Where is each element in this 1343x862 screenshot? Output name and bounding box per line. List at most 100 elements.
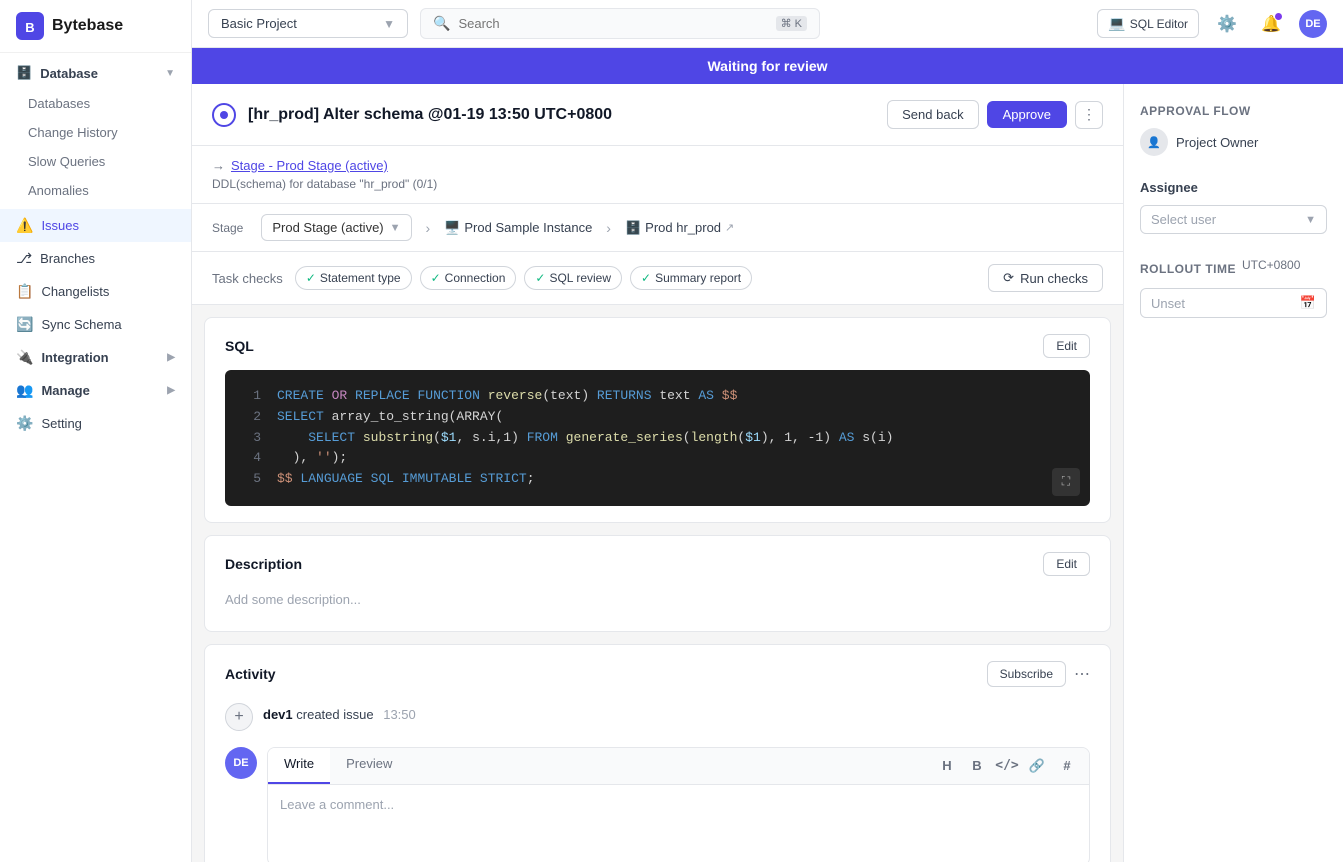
check-icon-4: ✓ [641,271,651,285]
integration-icon: 🔌 [16,349,33,366]
search-icon: 🔍 [433,15,450,32]
activity-section: Activity Subscribe ⋯ + dev1 created issu… [204,644,1111,862]
send-back-button[interactable]: Send back [887,100,978,129]
sync-icon: 🔄 [16,316,33,333]
code-line-1: 1 CREATE OR REPLACE FUNCTION reverse(tex… [241,386,1074,407]
code-line-5: 5 $$ LANGUAGE SQL IMMUTABLE STRICT; [241,469,1074,490]
sidebar-item-branches[interactable]: ⎇ Branches [0,242,191,275]
sidebar-item-changelists[interactable]: 📋 Changelists [0,275,191,308]
manage-chevron: ▶ [167,385,175,396]
check-badge-connection: ✓ Connection [420,266,517,290]
description-placeholder: Add some description... [225,584,1090,615]
editor-tabs: Write Preview H B </> 🔗 # [268,748,1089,785]
check-icon-1: ✓ [306,271,316,285]
sidebar-item-anomalies[interactable]: Anomalies [0,176,191,205]
server-icon: 🖥️ [444,220,460,236]
comment-placeholder: Leave a comment... [280,797,1077,812]
assignee-dropdown[interactable]: Select user ▼ [1140,205,1327,234]
check-badge-statement-type: ✓ Statement type [295,266,412,290]
svg-text:B: B [25,20,34,35]
logo-icon: B [16,12,44,40]
sql-section: SQL Edit 1 CREATE OR REPLACE FUNCTION re… [204,317,1111,523]
code-line-3: 3 SELECT substring($1, s.i,1) FROM gener… [241,428,1074,449]
search-input[interactable] [458,16,767,31]
sidebar-item-integration[interactable]: 🔌 Integration ▶ [0,341,191,374]
check-icon-2: ✓ [431,271,441,285]
subscribe-button[interactable]: Subscribe [987,661,1066,687]
content: [hr_prod] Alter schema @01-19 13:50 UTC+… [192,84,1343,862]
toolbar-link-button[interactable]: 🔗 [1023,752,1051,780]
more-options-button[interactable]: ⋮ [1075,101,1103,129]
sidebar-item-databases[interactable]: Databases [0,89,191,118]
stage-sub: DDL(schema) for database "hr_prod" (0/1) [212,177,1103,191]
activity-header: Activity Subscribe ⋯ [225,661,1090,687]
stage-dropdown-chevron: ▼ [390,222,401,234]
comment-editor-body[interactable]: Leave a comment... [268,785,1089,862]
issues-icon: ⚠️ [16,217,33,234]
write-tab[interactable]: Write [268,748,330,784]
activity-time: 13:50 [383,707,416,722]
commenter-avatar: DE [225,747,257,779]
activity-title: Activity [225,666,276,682]
check-icon-3: ✓ [535,271,545,285]
toolbar-hash-button[interactable]: # [1053,752,1081,780]
comment-editor: Write Preview H B </> 🔗 # [267,747,1090,862]
description-edit-button[interactable]: Edit [1043,552,1090,576]
approval-flow-label: Approval flow [1140,104,1327,118]
issue-status-icon [212,103,236,127]
changelists-icon: 📋 [16,283,33,300]
sidebar-item-issues[interactable]: ⚠️ Issues [0,209,191,242]
sidebar-item-slow-queries[interactable]: Slow Queries [0,147,191,176]
logo-text: Bytebase [52,17,123,35]
main: Basic Project ▼ 🔍 ⌘ K 💻 SQL Editor ⚙️ 🔔 … [192,0,1343,862]
activity-more-button[interactable]: ⋯ [1074,664,1090,684]
stage-selector-row: Stage Prod Stage (active) ▼ › 🖥️ Prod Sa… [192,204,1123,252]
task-checks-bar: Task checks ✓ Statement type ✓ Connectio… [192,252,1123,305]
issue-title: [hr_prod] Alter schema @01-19 13:50 UTC+… [248,106,875,124]
sidebar: B Bytebase 🗄️ Database ▼ Databases Chang… [0,0,192,862]
topbar: Basic Project ▼ 🔍 ⌘ K 💻 SQL Editor ⚙️ 🔔 … [192,0,1343,48]
description-title: Description [225,556,302,572]
bell-icon: 🔔 [1261,14,1281,34]
sidebar-group-database[interactable]: 🗄️ Database ▼ [0,57,191,89]
toolbar-bold-button[interactable]: B [963,752,991,780]
branches-icon: ⎇ [16,250,32,267]
approval-user: 👤 Project Owner [1140,128,1327,156]
expand-code-button[interactable]: ⛶ [1052,468,1080,496]
project-selector[interactable]: Basic Project ▼ [208,9,408,38]
activity-item-0: + dev1 created issue 13:50 [225,703,1090,731]
sidebar-logo[interactable]: B Bytebase [0,0,191,53]
sql-section-title: SQL [225,338,254,354]
toolbar-heading-button[interactable]: H [933,752,961,780]
rollout-date-picker[interactable]: Unset 📅 [1140,288,1327,318]
breadcrumb-arrow-2: › [606,220,611,236]
approval-user-name: Project Owner [1176,135,1258,150]
stage-link[interactable]: Stage - Prod Stage (active) [231,158,388,173]
sidebar-item-sync-schema[interactable]: 🔄 Sync Schema [0,308,191,341]
sidebar-item-change-history[interactable]: Change History [0,118,191,147]
search-kbd: ⌘ K [776,16,807,31]
breadcrumb-instance: 🖥️ Prod Sample Instance [444,220,592,236]
issue-header: [hr_prod] Alter schema @01-19 13:50 UTC+… [192,84,1123,146]
activity-add-button[interactable]: + [225,703,253,731]
manage-icon: 👥 [16,382,33,399]
code-line-4: 4 ), ''); [241,448,1074,469]
database-icon: 🗄️ [16,65,32,81]
settings-button[interactable]: ⚙️ [1211,8,1243,40]
run-checks-button[interactable]: ⟳ Run checks [988,264,1103,292]
setting-icon: ⚙️ [16,415,33,432]
sidebar-item-setting[interactable]: ⚙️ Setting [0,407,191,440]
notification-button[interactable]: 🔔 [1255,8,1287,40]
preview-tab[interactable]: Preview [330,748,408,784]
sidebar-item-manage[interactable]: 👥 Manage ▶ [0,374,191,407]
approval-avatar: 👤 [1140,128,1168,156]
comment-editor-wrapper: Write Preview H B </> 🔗 # [267,747,1090,862]
sql-edit-button[interactable]: Edit [1043,334,1090,358]
stage-dropdown[interactable]: Prod Stage (active) ▼ [261,214,411,241]
toolbar-code-button[interactable]: </> [993,752,1021,780]
db-icon: 🗄️ [625,220,641,236]
expand-icon: ⛶ [1062,474,1070,489]
sql-editor-button[interactable]: 💻 SQL Editor [1097,9,1199,38]
approve-button[interactable]: Approve [987,101,1067,128]
user-avatar[interactable]: DE [1299,10,1327,38]
